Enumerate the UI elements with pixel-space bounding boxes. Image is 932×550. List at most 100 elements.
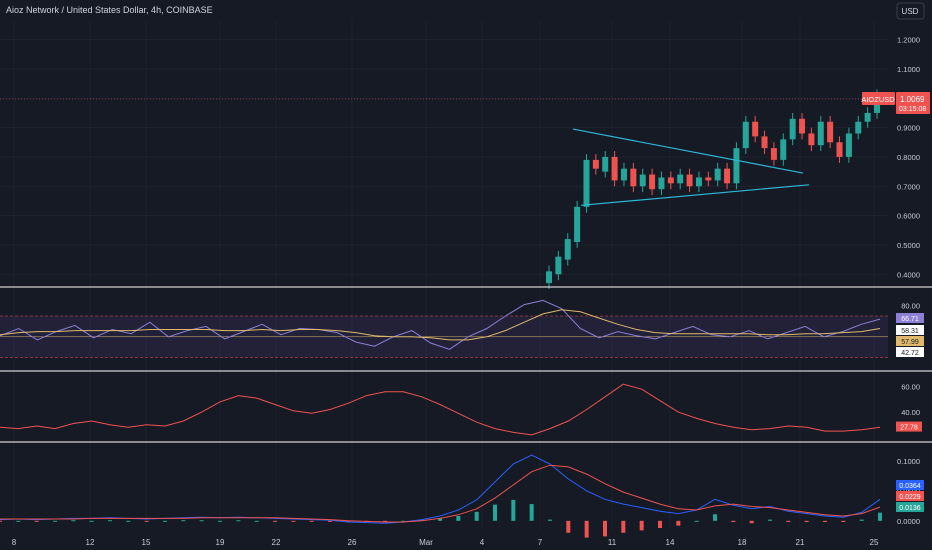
macd-histogram-bar xyxy=(126,520,131,522)
candle-body xyxy=(705,177,712,181)
macd-histogram-bar xyxy=(71,520,76,522)
macd-histogram-bar xyxy=(108,520,112,522)
macd-histogram-bar xyxy=(566,520,571,533)
macd-value-label: 0.0229 xyxy=(899,494,921,501)
candle-body xyxy=(817,121,824,146)
time-tick-label: 8 xyxy=(12,538,17,547)
macd-histogram-bar xyxy=(731,520,736,523)
macd-histogram-bar xyxy=(804,520,809,523)
rsi-value-label: 42.72 xyxy=(901,350,919,357)
macd-histogram-bar xyxy=(16,520,21,522)
macd-histogram-bar xyxy=(639,520,644,531)
macd-histogram-bar xyxy=(34,520,39,522)
candle-body xyxy=(752,121,759,137)
macd-histogram-bar xyxy=(0,520,2,522)
time-tick-label: 15 xyxy=(142,538,151,547)
adx-tick-label: 60.00 xyxy=(901,383,920,392)
candle-body xyxy=(686,174,693,187)
macd-histogram-bar xyxy=(181,520,186,522)
price-axis[interactable]: 1.20001.10001.00000.90000.80000.70000.60… xyxy=(897,36,920,280)
macd-histogram-bar xyxy=(309,520,314,522)
macd-value-label: 0.0364 xyxy=(899,483,921,490)
candle-body xyxy=(583,159,590,207)
candle-body xyxy=(677,174,684,184)
candle-body xyxy=(733,148,740,184)
price-tag-symbol: AIOZUSD xyxy=(861,95,895,104)
time-tick-label: 19 xyxy=(216,538,225,547)
rsi-value-label: 57.99 xyxy=(901,339,919,346)
price-tick-label: 0.6000 xyxy=(897,212,920,221)
time-tick-label: 14 xyxy=(666,538,675,547)
candle-body xyxy=(639,174,646,187)
macd-value-label: 0.0136 xyxy=(899,505,921,512)
candle-body xyxy=(564,239,571,260)
candle-body xyxy=(592,159,599,169)
time-tick-label: Mar xyxy=(419,538,433,547)
macd-histogram-bar xyxy=(713,514,717,521)
macd-histogram-bar xyxy=(603,520,607,537)
macd-tick-label: 0.1000 xyxy=(897,457,920,466)
chart-stage: Aioz Network / United States Dollar, 4h,… xyxy=(0,0,932,550)
candle-body xyxy=(789,118,796,140)
macd-histogram-bar xyxy=(658,520,662,528)
candle-body xyxy=(546,271,552,284)
candle-body xyxy=(799,118,806,134)
chart-background xyxy=(0,0,932,550)
candle-body xyxy=(827,121,834,143)
candle-body xyxy=(864,112,871,122)
macd-histogram-bar xyxy=(823,520,827,523)
price-tick-label: 0.4000 xyxy=(897,270,920,279)
price-tick-label: 0.8000 xyxy=(897,153,920,162)
time-tick-label: 12 xyxy=(86,538,95,547)
macd-histogram-bar xyxy=(144,520,149,522)
price-tick-label: 0.9000 xyxy=(897,124,920,133)
macd-histogram-bar xyxy=(548,519,552,521)
time-tick-label: 18 xyxy=(738,538,747,547)
candle-body xyxy=(808,133,815,146)
macd-histogram-bar xyxy=(859,519,864,521)
macd-histogram-bar xyxy=(493,504,497,521)
macd-histogram-bar xyxy=(254,520,259,522)
time-tick-label: 4 xyxy=(480,538,485,547)
price-tick-label: 1.2000 xyxy=(897,36,920,45)
candle-body xyxy=(742,121,749,149)
price-tick-label: 0.5000 xyxy=(897,241,920,250)
macd-histogram-bar xyxy=(621,520,626,533)
time-tick-label: 22 xyxy=(272,538,281,547)
price-tag-price: 1.0069 xyxy=(900,95,925,104)
macd-histogram-bar xyxy=(786,520,791,523)
macd-histogram-bar xyxy=(53,520,57,522)
candle-body xyxy=(555,256,562,275)
macd-histogram-bar xyxy=(328,520,332,522)
candle-body xyxy=(845,133,852,157)
macd-histogram-bar xyxy=(474,511,479,521)
macd-tick-label: 0.0000 xyxy=(897,517,920,526)
macd-histogram-bar xyxy=(768,519,772,521)
macd-histogram-bar xyxy=(749,520,754,524)
price-tag-countdown: 03:15:08 xyxy=(899,106,926,113)
macd-histogram-bar xyxy=(236,520,241,522)
macd-histogram-bar xyxy=(694,520,699,522)
macd-histogram-bar xyxy=(163,520,167,522)
adx-value-label: 27.78 xyxy=(900,425,918,432)
time-tick-label: 25 xyxy=(870,538,879,547)
adx-tick-label: 40.00 xyxy=(901,408,920,417)
time-tick-label: 21 xyxy=(796,538,805,547)
macd-histogram-bar xyxy=(273,520,277,522)
macd-histogram-bar xyxy=(456,516,461,521)
candle-body xyxy=(714,168,721,181)
candle-body xyxy=(574,206,581,242)
macd-histogram-bar xyxy=(529,504,534,521)
price-tick-label: 0.7000 xyxy=(897,182,920,191)
rsi-tick-label: 80.00 xyxy=(901,302,920,311)
candle-body xyxy=(761,136,768,149)
time-tick-label: 7 xyxy=(538,538,543,547)
candle-body xyxy=(620,168,627,181)
candle-body xyxy=(667,177,674,184)
macd-histogram-bar xyxy=(841,520,846,523)
candle-body xyxy=(724,168,731,184)
candle-body xyxy=(836,142,843,157)
candle-body xyxy=(611,156,618,181)
macd-histogram-bar xyxy=(584,520,589,538)
candle-body xyxy=(695,177,702,187)
